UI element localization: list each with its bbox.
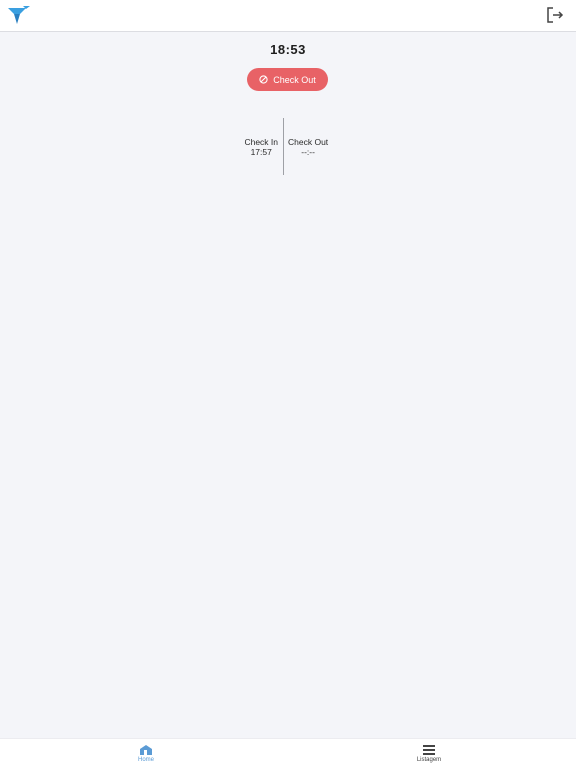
check-out-time: --:-- [301,147,315,157]
brand-logo-icon[interactable] [7,5,31,25]
nav-item-listagem[interactable]: Listagem [399,743,459,767]
home-icon [140,745,152,755]
logout-icon[interactable] [546,6,564,24]
app-root: 18:53 Check Out Check In 17:57 Check Out… [0,0,576,768]
check-in-block: Check In 17:57 [244,137,278,157]
check-in-time: 17:57 [250,147,272,157]
current-time: 18:53 [270,42,306,57]
check-out-label: Check Out [288,137,329,147]
bottom-navigation: Home Listagem [0,738,576,768]
app-header [0,0,576,32]
check-in-label: Check In [244,137,278,147]
check-out-button-label: Check Out [273,74,316,85]
nav-label-listagem: Listagem [416,757,442,763]
check-times-panel: Check In 17:57 Check Out --:-- [0,118,576,175]
nav-label-home: Home [137,757,154,763]
list-icon [423,745,435,755]
ban-circle-icon [259,75,268,84]
nav-item-home[interactable]: Home [116,743,176,767]
check-out-button[interactable]: Check Out [247,68,328,91]
check-out-block: Check Out --:-- [288,137,328,157]
times-divider [283,118,284,175]
